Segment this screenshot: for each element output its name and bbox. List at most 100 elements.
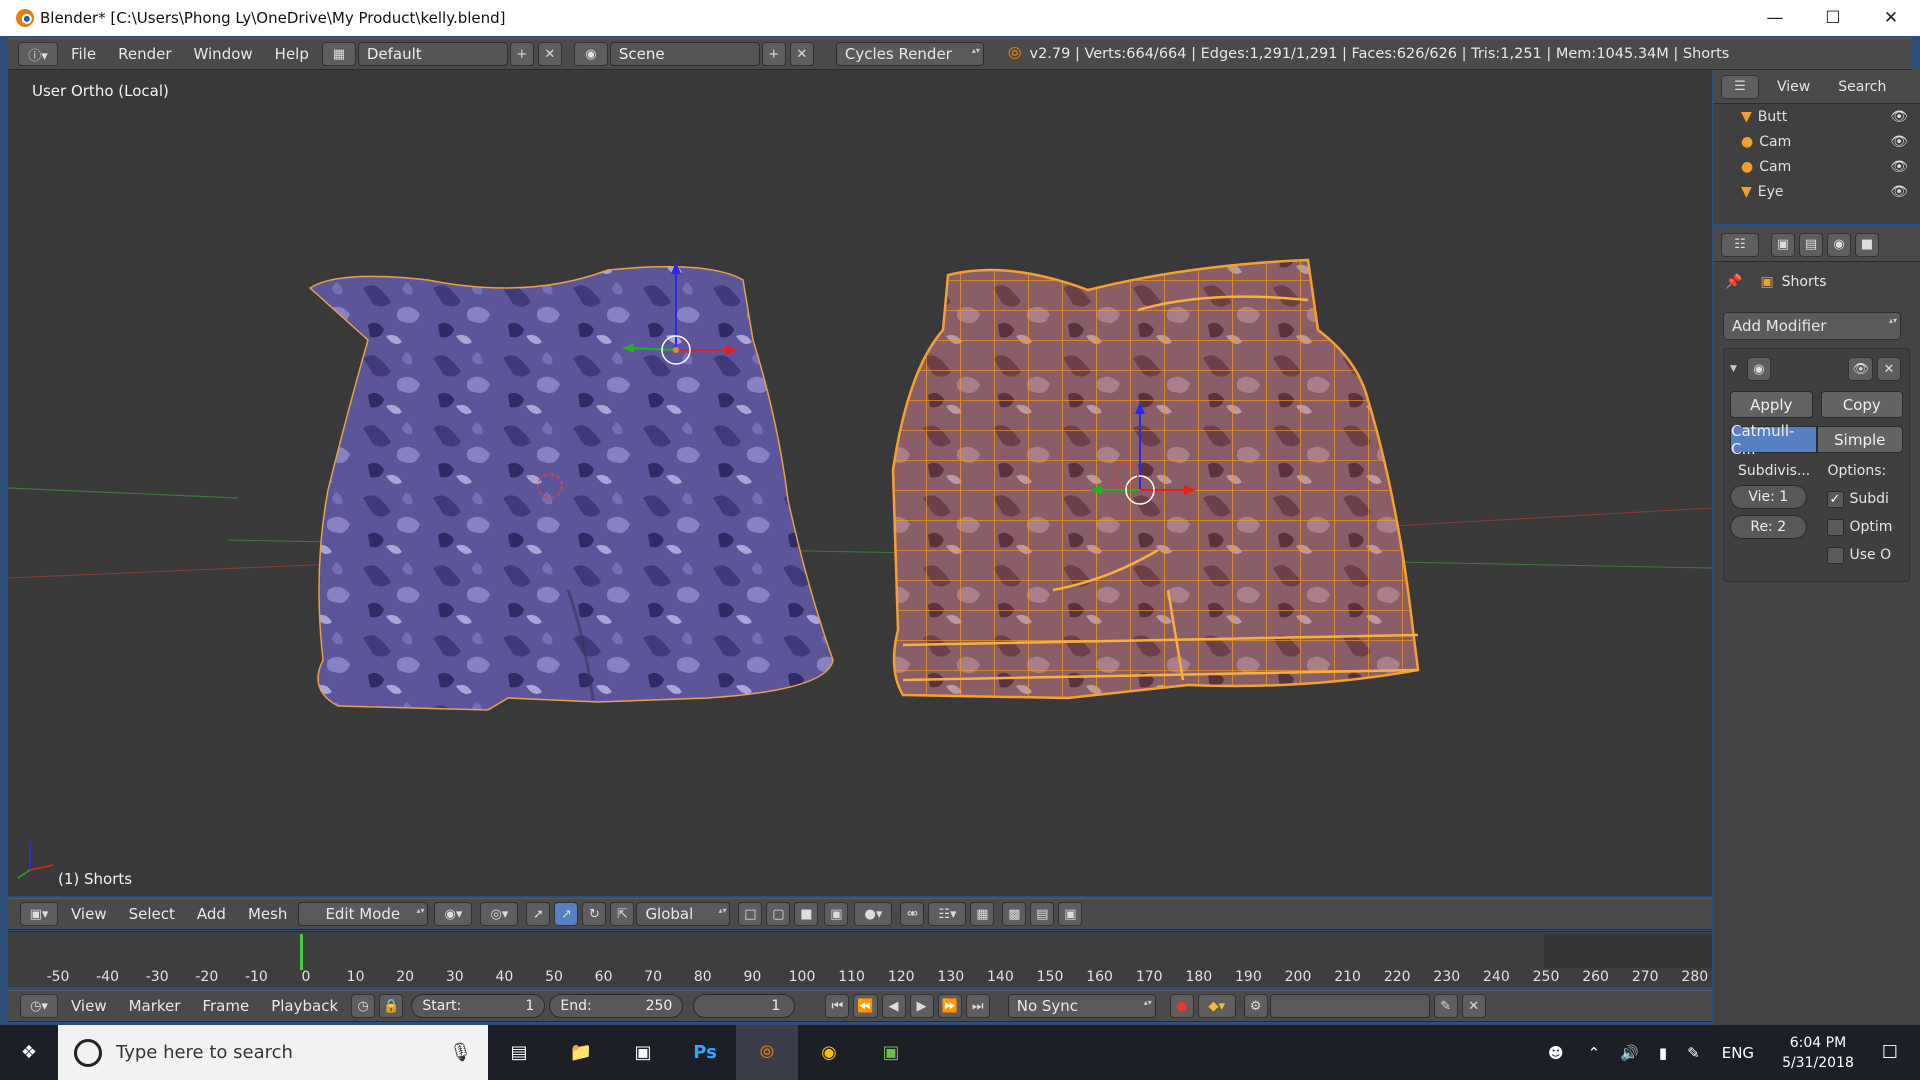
jump-start-icon[interactable]: ⏮: [825, 994, 850, 1018]
snap-target-icon[interactable]: ▦: [970, 902, 995, 926]
add-modifier-dropdown[interactable]: Add Modifier: [1723, 312, 1901, 340]
chrome-icon[interactable]: ◉: [798, 1025, 860, 1080]
jump-end-icon[interactable]: ⏭: [965, 994, 990, 1018]
manipulator-toggle-icon[interactable]: ➚: [526, 902, 551, 926]
jump-keyframe-back-icon[interactable]: ⏪: [853, 994, 878, 1018]
menu-window[interactable]: Window: [194, 45, 253, 63]
visibility-eye-icon[interactable]: 👁: [1890, 159, 1908, 175]
menu-mesh[interactable]: Mesh: [248, 905, 288, 923]
timeline-menu-view[interactable]: View: [71, 997, 107, 1015]
outliner-item[interactable]: ▼ Butt 👁: [1713, 104, 1920, 129]
visibility-eye-icon[interactable]: 👁: [1890, 134, 1908, 150]
keying-set-icon[interactable]: ◆▾: [1197, 994, 1236, 1018]
scene-tab-icon[interactable]: ▤: [1799, 232, 1823, 257]
checkbox-icon[interactable]: [1826, 546, 1844, 564]
properties-editor-icon[interactable]: ☷: [1721, 232, 1759, 257]
preview-range-icon[interactable]: ◷: [351, 994, 376, 1018]
pivot-icon[interactable]: ◎▾: [480, 902, 519, 926]
render-levels-field[interactable]: Re: 2: [1730, 515, 1807, 539]
outliner-search-menu[interactable]: Search: [1838, 79, 1886, 95]
camera-icon[interactable]: ▣: [1058, 902, 1083, 926]
apply-button[interactable]: Apply: [1730, 391, 1813, 418]
outliner-view-menu[interactable]: View: [1777, 79, 1810, 95]
remove-layout-icon[interactable]: ✕: [537, 42, 562, 66]
timeline-menu-playback[interactable]: Playback: [271, 997, 338, 1015]
battery-icon[interactable]: ▮: [1659, 1044, 1667, 1062]
add-layout-icon[interactable]: +: [509, 42, 534, 66]
add-scene-icon[interactable]: +: [761, 42, 786, 66]
keying-set-field[interactable]: [1269, 994, 1430, 1018]
menu-view[interactable]: View: [71, 905, 107, 923]
render-engine-dropdown[interactable]: Cycles Render: [835, 42, 984, 66]
3d-viewport[interactable]: User Ortho (Local) (1) Shorts: [8, 70, 1712, 896]
file-explorer-icon[interactable]: 📁: [550, 1025, 612, 1080]
scale-icon[interactable]: ⇱: [610, 902, 635, 926]
option-optimal-display[interactable]: Optim: [1826, 513, 1904, 541]
rotate-icon[interactable]: ↻: [582, 902, 607, 926]
lock-icon[interactable]: 🔒: [379, 994, 404, 1018]
render-tab-icon[interactable]: ▣: [1771, 232, 1795, 257]
vertex-select-icon[interactable]: □: [738, 902, 763, 926]
menu-add[interactable]: Add: [197, 905, 226, 923]
record-icon[interactable]: ●: [1169, 994, 1194, 1018]
visibility-eye-icon[interactable]: 👁: [1890, 109, 1908, 125]
translate-icon[interactable]: ↗: [554, 902, 579, 926]
clock[interactable]: 6:04 PM 5/31/2018: [1782, 1033, 1854, 1073]
start-frame-field[interactable]: Start: 1: [411, 994, 546, 1018]
checkbox-checked-icon[interactable]: ✓: [1826, 490, 1844, 508]
simple-tab[interactable]: Simple: [1816, 426, 1903, 453]
modifier-visibility-icon[interactable]: 👁: [1848, 357, 1873, 381]
visibility-eye-icon[interactable]: 👁: [1890, 184, 1908, 200]
maximize-button[interactable]: ☐: [1804, 0, 1862, 36]
sync-dropdown[interactable]: No Sync: [1007, 994, 1156, 1018]
modifier-delete-icon[interactable]: ✕: [1877, 357, 1901, 381]
copy-button[interactable]: Copy: [1820, 391, 1903, 418]
view-levels-field[interactable]: Vie: 1: [1730, 485, 1807, 509]
edge-select-icon[interactable]: ▢: [766, 902, 791, 926]
minimize-button[interactable]: —: [1746, 0, 1804, 36]
scene-icon[interactable]: ◉: [573, 42, 608, 66]
opengl-render-icon[interactable]: ▩: [1002, 902, 1027, 926]
timeline-menu-frame[interactable]: Frame: [202, 997, 249, 1015]
mode-dropdown[interactable]: Edit Mode: [298, 902, 429, 926]
timeline-ruler[interactable]: -50 -40 -30 -20 -10 0 10 20 30 40 50 60 70 80 90 100 110…: [8, 931, 1712, 987]
proportional-edit-icon[interactable]: ●▾: [854, 902, 893, 926]
outliner-editor-icon[interactable]: ☰: [1721, 74, 1759, 99]
keying-set-field-icon[interactable]: ⚙: [1243, 994, 1268, 1018]
menu-help[interactable]: Help: [275, 45, 309, 63]
pen-icon[interactable]: ✎: [1687, 1044, 1700, 1062]
opengl-render-animation-icon[interactable]: ▤: [1030, 902, 1055, 926]
menu-select[interactable]: Select: [129, 905, 175, 923]
play-icon[interactable]: ▶: [909, 994, 934, 1018]
sticky-notes-icon[interactable]: ▣: [612, 1025, 674, 1080]
people-icon[interactable]: ☻: [1548, 1044, 1564, 1062]
menu-file[interactable]: File: [71, 45, 96, 63]
play-reverse-icon[interactable]: ◀: [881, 994, 906, 1018]
remove-scene-icon[interactable]: ✕: [789, 42, 814, 66]
end-frame-field[interactable]: End: 250: [549, 994, 684, 1018]
current-frame-indicator[interactable]: [300, 934, 303, 970]
outliner-item[interactable]: ● Cam 👁: [1713, 129, 1920, 154]
photoshop-icon[interactable]: Ps: [674, 1025, 736, 1080]
outliner-item[interactable]: ▼ Eye 👁: [1713, 179, 1920, 204]
timeline-menu-marker[interactable]: Marker: [129, 997, 181, 1015]
option-subdivide-uvs[interactable]: ✓ Subdi: [1826, 485, 1904, 513]
editor-type-info-icon[interactable]: ⓘ▾: [18, 42, 58, 66]
scene-field[interactable]: Scene: [609, 42, 760, 66]
timeline-editor-icon[interactable]: ◷▾: [20, 994, 58, 1018]
taskbar-search-box[interactable]: Type here to search 🎙: [58, 1025, 488, 1080]
task-view-icon[interactable]: ▤: [488, 1025, 550, 1080]
blender-taskbar-icon[interactable]: ⦾: [736, 1025, 798, 1080]
insert-keyframe-icon[interactable]: ✎: [1433, 994, 1458, 1018]
delete-keyframe-icon[interactable]: ✕: [1461, 994, 1486, 1018]
world-tab-icon[interactable]: ◉: [1827, 232, 1851, 257]
view3d-editor-icon[interactable]: ▣▾: [20, 902, 58, 926]
menu-render[interactable]: Render: [118, 45, 171, 63]
language-indicator[interactable]: ENG: [1722, 1044, 1754, 1062]
pin-icon[interactable]: 📌: [1725, 274, 1742, 290]
screen-layout-icon[interactable]: ▦: [321, 42, 356, 66]
close-button[interactable]: ✕: [1862, 0, 1920, 36]
collapse-icon[interactable]: ▼: [1730, 364, 1737, 374]
snap-element-icon[interactable]: ☷▾: [928, 902, 967, 926]
microphone-icon[interactable]: 🎙: [449, 1042, 472, 1063]
